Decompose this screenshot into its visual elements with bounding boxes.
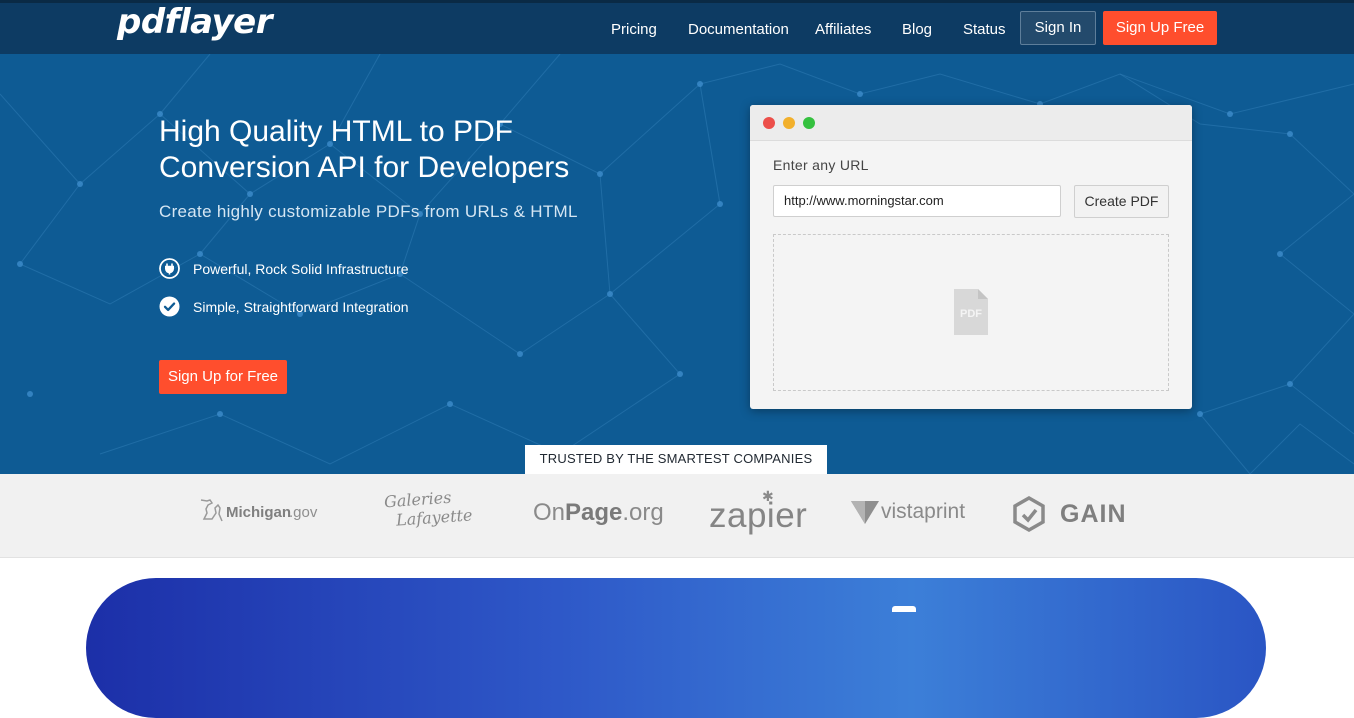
trusted-heading: TRUSTED BY THE SMARTEST COMPANIES (525, 445, 827, 474)
nav-link-affiliates[interactable]: Affiliates (815, 20, 871, 40)
feature-text: Simple, Straightforward Integration (193, 299, 409, 315)
top-navbar: pdflayer Pricing Documentation Affiliate… (0, 0, 1354, 54)
bottom-promo-banner (86, 578, 1266, 718)
url-field-label: Enter any URL (773, 157, 869, 173)
nav-link-documentation[interactable]: Documentation (688, 20, 789, 40)
checkmark-icon (159, 296, 180, 317)
client-logos-band: Michigan .gov Galeries Lafayette OnPage.… (0, 474, 1354, 558)
feature-text: Powerful, Rock Solid Infrastructure (193, 261, 409, 277)
nav-link-blog[interactable]: Blog (902, 20, 932, 40)
pdflayer-logo[interactable]: pdflayer (117, 3, 273, 41)
window-close-dot (763, 117, 775, 129)
sign-in-button[interactable]: Sign In (1020, 11, 1096, 45)
url-input[interactable]: http://www.morningstar.com (773, 185, 1061, 217)
pdf-preview-area: PDF (773, 234, 1169, 391)
pdf-demo-window: Enter any URL http://www.morningstar.com… (750, 105, 1192, 409)
hero-title-line2: Conversion API for Developers (159, 151, 570, 184)
hero-section: High Quality HTML to PDF Conversion API … (0, 54, 1354, 474)
nav-link-status[interactable]: Status (963, 20, 1006, 40)
gain-hexagon-icon (1013, 495, 1045, 533)
pdf-file-icon: PDF (954, 289, 988, 335)
svg-text:PDF: PDF (960, 308, 982, 320)
sign-up-for-free-button[interactable]: Sign Up for Free (159, 360, 287, 394)
vistaprint-v-icon (851, 501, 879, 524)
window-minimize-dot (783, 117, 795, 129)
window-titlebar (750, 105, 1192, 141)
onpage-org-logo: OnPage.org (533, 499, 664, 526)
michigan-state-icon (200, 499, 223, 522)
galeries-lafayette-logo: Galeries Lafayette (383, 487, 474, 530)
nav-link-pricing[interactable]: Pricing (611, 20, 657, 40)
sign-up-free-button[interactable]: Sign Up Free (1103, 11, 1217, 45)
create-pdf-button[interactable]: Create PDF (1074, 185, 1169, 218)
hero-subtitle: Create highly customizable PDFs from URL… (159, 202, 578, 221)
banner-chip-icon (892, 606, 916, 612)
hero-title: High Quality HTML to PDF Conversion API … (159, 114, 619, 186)
window-maximize-dot (803, 117, 815, 129)
plug-icon (159, 258, 180, 279)
hero-title-line1: High Quality HTML to PDF (159, 115, 513, 148)
